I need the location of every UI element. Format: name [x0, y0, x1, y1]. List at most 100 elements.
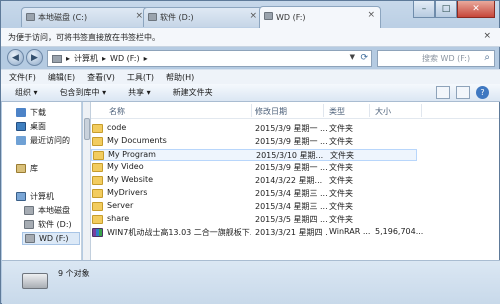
help-icon[interactable]: ?: [476, 86, 489, 99]
file-row[interactable]: MyDrivers 2015/3/4 星期三 ... 文件夹: [91, 188, 499, 200]
tab-label: 本地磁盘 (C:): [38, 13, 88, 22]
sidebar-item-label: 下载: [30, 108, 46, 117]
file-type: 文件夹: [329, 215, 353, 224]
tab-label: WD (F:): [276, 13, 306, 22]
desktop-icon: [16, 122, 26, 131]
file-name: share: [107, 214, 130, 223]
folder-icon: [92, 215, 103, 224]
status-bar: 9 个对象: [2, 260, 500, 304]
file-row[interactable]: share 2015/3/5 星期四 ... 文件夹: [91, 214, 499, 226]
file-row[interactable]: WIN7机动战士高13.03 二合一旗舰板下... 2013/3/21 星期四 …: [91, 227, 499, 239]
sidebar-item-drive-d[interactable]: 软件 (D:): [24, 218, 72, 231]
tab-close-icon[interactable]: ×: [249, 11, 257, 21]
share-button[interactable]: 共享 ▾: [128, 87, 151, 98]
column-name[interactable]: 名称: [109, 106, 125, 117]
recent-places-icon: [16, 136, 26, 145]
address-row: ◀ ▶ ▸ 计算机 ▸ WD (F:) ▸ ▼ ⟳ 搜索 WD (F:) ⌕: [1, 47, 500, 69]
file-type: 文件夹: [329, 137, 353, 146]
tab-wd-f[interactable]: WD (F:) ×: [259, 6, 381, 28]
file-row[interactable]: My Documents 2015/3/9 星期一 ... 文件夹: [91, 136, 499, 148]
sidebar-item-libraries[interactable]: 库: [16, 162, 38, 175]
preview-pane-icon[interactable]: [456, 86, 470, 99]
address-dropdown-icon[interactable]: ▼: [350, 53, 355, 61]
explorer-window: 本地磁盘 (C:) × 软件 (D:) × WD (F:) × – □ ✕ 为便…: [0, 0, 500, 304]
close-window-button[interactable]: ✕: [457, 1, 495, 18]
sidebar-item-label: 本地磁盘: [38, 206, 70, 215]
view-options-icon[interactable]: [436, 86, 450, 99]
tab-local-disk-c[interactable]: 本地磁盘 (C:) ×: [21, 7, 149, 27]
column-size[interactable]: 大小: [375, 106, 391, 117]
library-icon: [16, 164, 26, 173]
tab-software-d[interactable]: 软件 (D:) ×: [143, 7, 263, 27]
maximize-button[interactable]: □: [435, 1, 457, 18]
sidebar-item-label: WD (F:): [39, 234, 69, 243]
drive-icon: [22, 273, 48, 289]
breadcrumb-wd[interactable]: WD (F:): [110, 54, 140, 63]
menu-tools[interactable]: 工具(T): [127, 72, 154, 83]
address-bar[interactable]: ▸ 计算机 ▸ WD (F:) ▸ ▼ ⟳: [47, 50, 372, 67]
file-row[interactable]: My Video 2015/3/9 星期一 ... 文件夹: [91, 162, 499, 174]
file-row[interactable]: My Website 2014/3/22 星期... 文件夹: [91, 175, 499, 187]
sidebar-item-label: 计算机: [30, 192, 54, 201]
search-icon[interactable]: ⌕: [484, 52, 490, 63]
sidebar-item-recent[interactable]: 最近访问的: [16, 134, 70, 147]
menu-file[interactable]: 文件(F): [9, 72, 36, 83]
sidebar-item-label: 桌面: [30, 122, 46, 131]
file-row[interactable]: Server 2015/3/4 星期三 ... 文件夹: [91, 201, 499, 213]
file-name: My Program: [108, 150, 156, 159]
minimize-button[interactable]: –: [413, 1, 435, 18]
sidebar-item-drive-c[interactable]: 本地磁盘: [24, 204, 70, 217]
drive-icon: [148, 13, 157, 21]
folder-icon: [92, 163, 103, 172]
back-button[interactable]: ◀: [7, 49, 24, 66]
tab-close-icon[interactable]: ×: [135, 11, 143, 21]
bookmark-bar-text: 为便于访问，可将书签直接放在书签栏中。: [8, 32, 160, 42]
file-name: My Video: [107, 162, 144, 171]
window-controls: – □ ✕: [413, 1, 495, 19]
file-date: 2014/3/22 星期...: [255, 176, 323, 185]
sidebar-item-computer[interactable]: 计算机: [16, 190, 54, 203]
folder-icon: [93, 151, 104, 160]
organize-button[interactable]: 组织 ▾: [15, 87, 38, 98]
sidebar-item-label: 最近访问的: [30, 136, 70, 145]
column-divider[interactable]: [421, 104, 422, 117]
tab-strip: 本地磁盘 (C:) × 软件 (D:) × WD (F:) × – □ ✕: [1, 1, 500, 28]
bookmark-bar-close-icon[interactable]: ×: [483, 31, 491, 41]
file-name: Server: [107, 201, 134, 210]
column-type[interactable]: 类型: [329, 106, 345, 117]
refresh-icon[interactable]: ⟳: [360, 53, 368, 63]
menu-help[interactable]: 帮助(H): [166, 72, 194, 83]
menu-edit[interactable]: 编辑(E): [48, 72, 75, 83]
sidebar-item-downloads[interactable]: 下载: [16, 106, 46, 119]
folder-icon: [92, 189, 103, 198]
drive-icon: [24, 220, 34, 229]
downloads-icon: [16, 108, 26, 117]
file-row[interactable]: code 2015/3/9 星期一 ... 文件夹: [91, 123, 499, 135]
sidebar-item-drive-f[interactable]: WD (F:): [22, 232, 80, 245]
file-type: 文件夹: [329, 176, 353, 185]
file-type: WinRAR ...: [329, 227, 371, 236]
column-divider[interactable]: [251, 104, 252, 117]
column-divider[interactable]: [369, 104, 370, 117]
command-bar: 组织 ▾ 包含到库中 ▾ 共享 ▾ 新建文件夹 ?: [1, 84, 500, 102]
include-in-library-button[interactable]: 包含到库中 ▾: [60, 87, 107, 98]
file-row[interactable]: My Program 2015/3/10 星期... 文件夹: [91, 149, 417, 161]
forward-button[interactable]: ▶: [26, 49, 43, 66]
folder-icon: [92, 124, 103, 133]
search-input[interactable]: 搜索 WD (F:) ⌕: [377, 50, 495, 67]
navigation-scrollbar[interactable]: [83, 102, 91, 260]
file-size: 5,196,704...: [375, 227, 424, 236]
file-date: 2015/3/4 星期三 ...: [255, 189, 327, 198]
column-divider[interactable]: [323, 104, 324, 117]
file-type: 文件夹: [329, 124, 353, 133]
tab-close-icon[interactable]: ×: [367, 10, 375, 20]
menu-view[interactable]: 查看(V): [87, 72, 115, 83]
scrollbar-thumb[interactable]: [84, 118, 90, 140]
winrar-archive-icon: [92, 228, 103, 237]
new-folder-button[interactable]: 新建文件夹: [173, 87, 213, 98]
breadcrumb-sep: ▸: [143, 54, 148, 63]
file-date: 2015/3/10 星期...: [256, 151, 324, 160]
column-date[interactable]: 修改日期: [255, 106, 287, 117]
breadcrumb-computer[interactable]: 计算机: [74, 53, 98, 64]
sidebar-item-desktop[interactable]: 桌面: [16, 120, 46, 133]
